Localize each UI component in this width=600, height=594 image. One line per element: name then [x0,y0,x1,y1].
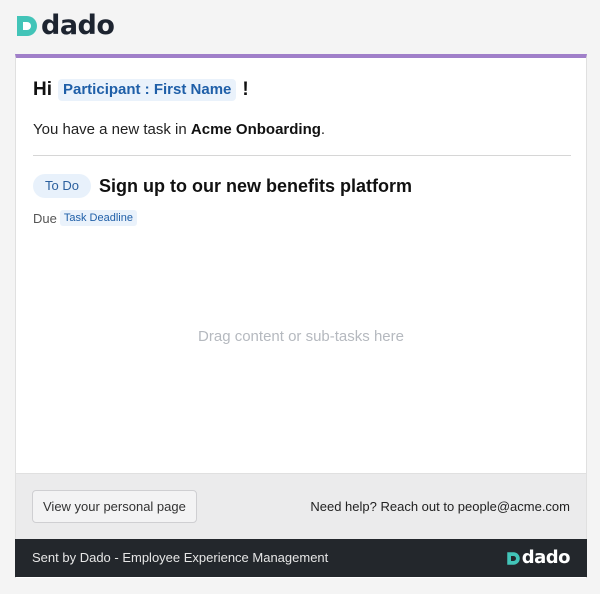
intro-prefix: You have a new task in [33,121,191,138]
workspace-name: Acme Onboarding [190,121,321,138]
greeting-prefix: Hi [33,79,52,100]
intro-end: . [320,121,326,138]
divider [33,155,571,156]
task-row: To Do Sign up to our new benefits platfo… [33,174,412,198]
bottom-brand: dado [506,547,571,568]
sent-by-text: Sent by Dado - Employee Experience Manag… [32,550,329,565]
bottom-bar: Sent by Dado - Employee Experience Manag… [15,539,587,577]
help-text: Need help? Reach out to people@acme.com [310,499,570,514]
dado-logo-icon [17,16,37,36]
card-footer: View your personal page Need help? Reach… [16,473,586,539]
email-card: Hi Participant : First Name ! You have a… [15,54,587,578]
subtask-dropzone[interactable]: Drag content or sub-tasks here [16,328,586,345]
due-merge-tag[interactable]: Task Deadline [59,210,137,226]
dado-logo-icon [506,551,520,565]
brand-wordmark: dado [41,10,115,41]
greeting: Hi Participant : First Name ! [33,79,249,101]
due-label: Due [33,210,57,226]
status-badge[interactable]: To Do [33,174,91,198]
bottom-brand-wordmark: dado [521,547,571,568]
due-row: Due Task Deadline [33,210,137,226]
view-personal-page-button[interactable]: View your personal page [32,490,197,523]
greeting-suffix: ! [242,79,249,100]
brand-header: dado [15,10,115,41]
intro-text: You have a new task in Acme Onboarding. [33,121,325,138]
task-title: Sign up to our new benefits platform [98,175,412,196]
recipient-merge-tag[interactable]: Participant : First Name [58,79,237,101]
